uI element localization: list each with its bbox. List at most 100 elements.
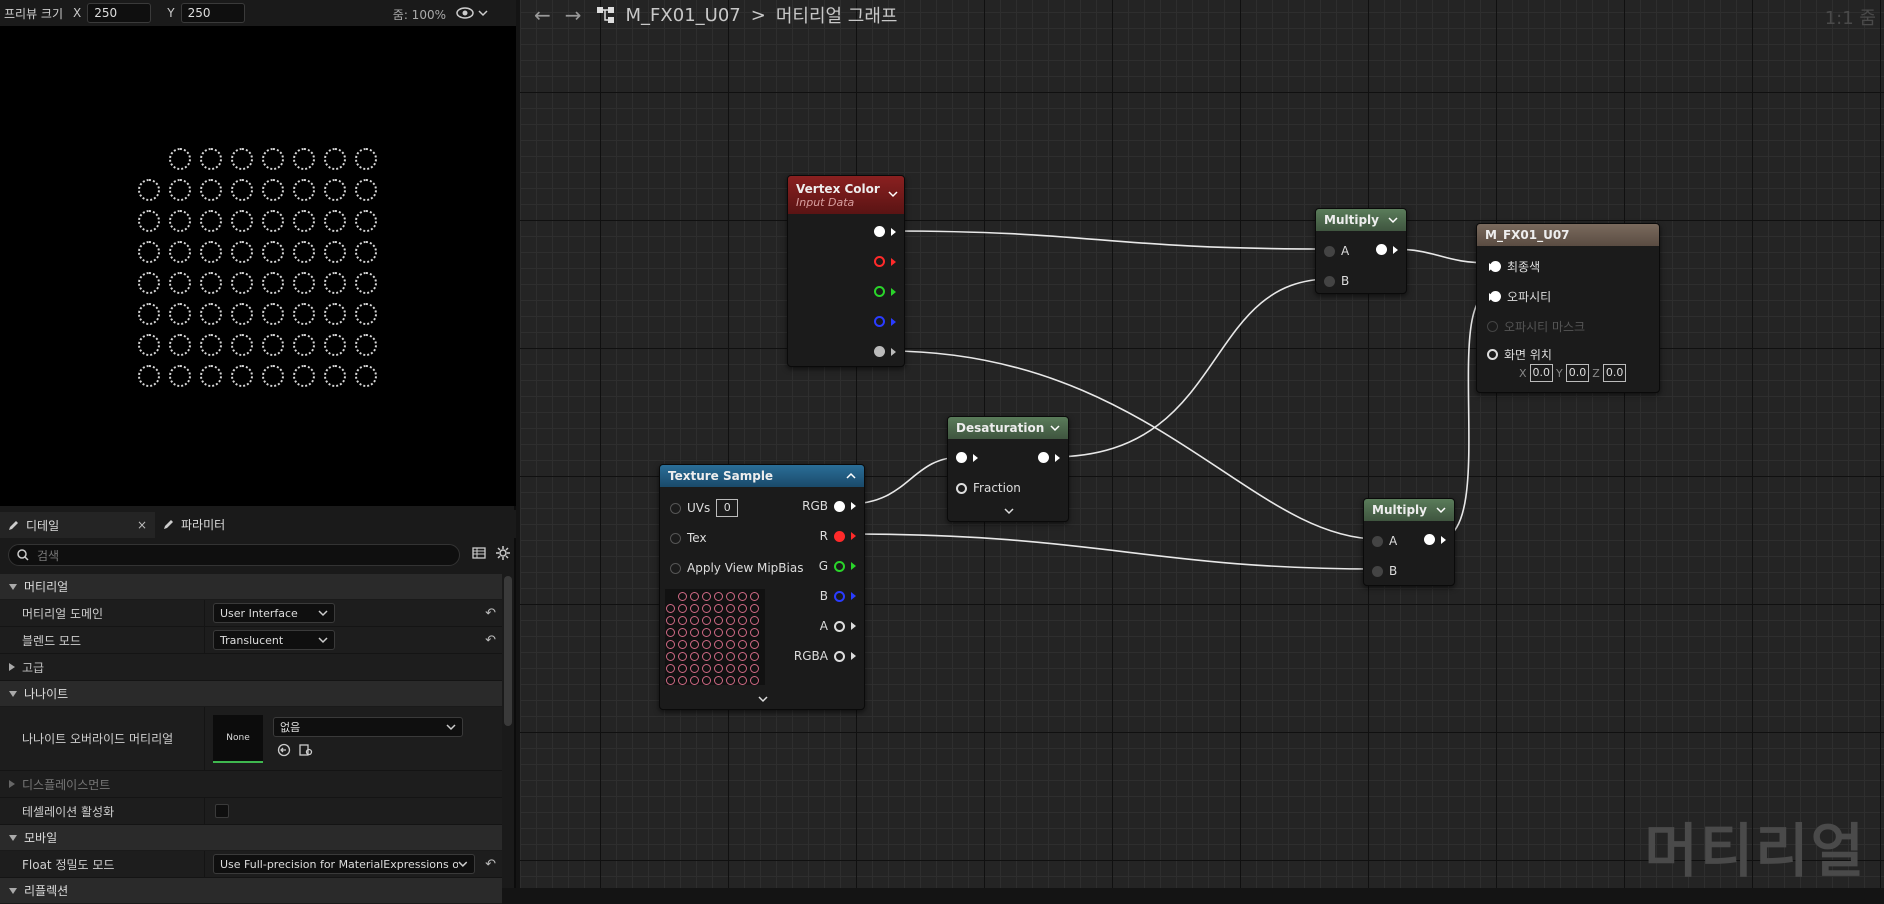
nanite-override-dropdown[interactable]: 없음 xyxy=(273,717,463,737)
pin-texture-a[interactable]: A xyxy=(820,619,856,633)
category-mobile[interactable]: 모바일 xyxy=(0,825,502,851)
pin-vertex-b[interactable] xyxy=(874,316,896,327)
chevron-down-icon[interactable] xyxy=(1004,507,1014,515)
node-vertex-color-title: Vertex Color xyxy=(796,182,880,196)
reset-arrow-icon[interactable]: ↶ xyxy=(485,857,496,872)
pin-texture-b[interactable]: B xyxy=(820,589,856,603)
close-icon[interactable]: × xyxy=(137,518,147,532)
pin-desaturation-fraction[interactable]: Fraction xyxy=(956,481,1021,495)
preview-ring xyxy=(355,334,377,356)
pin-texture-rgba[interactable]: RGBA xyxy=(794,649,856,663)
tessellation-checkbox[interactable] xyxy=(215,804,229,818)
thumbnail-ring xyxy=(714,592,723,601)
pin-texture-tex[interactable]: Tex xyxy=(670,531,707,545)
view-options-button[interactable] xyxy=(456,4,496,22)
pin-multiply-bottom-a[interactable]: A xyxy=(1372,534,1397,548)
category-nanite[interactable]: 나나이트 xyxy=(0,681,502,707)
chevron-down-icon[interactable] xyxy=(758,695,768,703)
property-row: Float 정밀도 모드 Use Full-precision for Mate… xyxy=(0,851,502,878)
thumbnail-ring xyxy=(738,652,747,661)
thumbnail-ring xyxy=(726,676,735,685)
reset-arrow-icon[interactable]: ↶ xyxy=(485,633,496,648)
preview-ring xyxy=(138,272,160,294)
chevron-up-icon[interactable] xyxy=(846,472,856,480)
pin-texture-r[interactable]: R xyxy=(820,529,856,543)
node-vertex-color[interactable]: Vertex Color Input Data xyxy=(787,175,905,367)
pin-multiply-bottom-b[interactable]: B xyxy=(1372,564,1397,578)
category-advanced[interactable]: 고급 xyxy=(0,654,502,681)
pin-texture-uvs[interactable]: UVs0 xyxy=(670,499,738,517)
pin-multiply-top-a[interactable]: A xyxy=(1324,244,1349,258)
thumbnail-ring xyxy=(702,628,711,637)
preview-x-input[interactable]: 250 xyxy=(87,3,151,23)
property-row: 테셀레이션 활성화 xyxy=(0,798,502,825)
use-selected-icon[interactable] xyxy=(277,743,291,760)
graph-hierarchy-icon xyxy=(596,6,616,24)
pin-multiply-top-output[interactable] xyxy=(1376,244,1398,255)
float-precision-dropdown[interactable]: Use Full-precision for MaterialExpressio… xyxy=(213,854,475,874)
thumbnail-ring xyxy=(714,676,723,685)
pin-screen-position[interactable]: 화면 위치 xyxy=(1489,346,1552,363)
preview-y-input[interactable]: 250 xyxy=(181,3,245,23)
details-scrollbar[interactable] xyxy=(504,576,512,726)
category-displacement[interactable]: 디스플레이스먼트 xyxy=(0,771,502,798)
category-material[interactable]: 머티리얼 xyxy=(0,574,502,600)
float-precision-value: Use Full-precision for MaterialExpressio… xyxy=(220,858,458,871)
screen-x-input[interactable]: 0.0 xyxy=(1530,364,1554,382)
chevron-down-icon[interactable] xyxy=(1436,506,1446,514)
breadcrumb-asset[interactable]: M_FX01_U07 xyxy=(626,5,741,26)
node-material-output[interactable]: M_FX01_U07 최종색 오파시티 오파시티 마스크 화면 위치 X0.0 … xyxy=(1476,223,1660,393)
forward-arrow-icon[interactable]: → xyxy=(565,3,582,27)
pin-texture-g[interactable]: G xyxy=(819,559,856,573)
thumbnail-ring xyxy=(690,640,699,649)
pin-multiply-top-b[interactable]: B xyxy=(1324,274,1349,288)
chevron-down-icon[interactable] xyxy=(1388,216,1398,224)
material-domain-dropdown[interactable]: User Interface xyxy=(213,603,335,623)
preview-ring xyxy=(262,148,284,170)
pin-opacity-mask[interactable]: 오파시티 마스크 xyxy=(1489,318,1585,335)
material-preview-viewport[interactable] xyxy=(0,26,516,506)
search-input[interactable]: 검색 xyxy=(8,544,460,566)
node-multiply-top[interactable]: Multiply A B xyxy=(1315,208,1407,294)
preview-ring xyxy=(293,179,315,201)
pencil-icon xyxy=(163,518,175,530)
pin-texture-mip[interactable]: Apply View MipBias xyxy=(670,561,803,575)
browse-icon[interactable] xyxy=(299,743,313,760)
gear-icon[interactable] xyxy=(496,546,510,564)
thumbnail-ring xyxy=(726,604,735,613)
thumbnail-ring xyxy=(690,664,699,673)
preview-toolbar: 프리뷰 크기 X 250 Y 250 줌: 100% xyxy=(0,0,516,26)
category-reflection[interactable]: 리플렉션 xyxy=(0,878,502,904)
pin-vertex-g[interactable] xyxy=(874,286,896,297)
pin-vertex-rgb[interactable] xyxy=(874,226,896,237)
uvs-value-box[interactable]: 0 xyxy=(716,499,738,517)
screen-z-input[interactable]: 0.0 xyxy=(1603,364,1627,382)
chevron-down-icon[interactable] xyxy=(1050,424,1060,432)
tab-parameters[interactable]: 파라미터 xyxy=(155,510,233,538)
pin-opacity[interactable]: 오파시티 xyxy=(1489,288,1551,305)
pin-vertex-r[interactable] xyxy=(874,256,896,267)
material-graph-canvas[interactable] xyxy=(520,0,1884,888)
blend-mode-dropdown[interactable]: Translucent xyxy=(213,630,335,650)
chevron-down-icon[interactable] xyxy=(888,190,898,198)
back-arrow-icon[interactable]: ← xyxy=(534,3,551,27)
nanite-override-thumbnail[interactable]: None xyxy=(213,715,263,763)
pin-desaturation-input[interactable] xyxy=(956,452,978,463)
preview-ring xyxy=(200,148,222,170)
node-desaturation[interactable]: Desaturation Fraction xyxy=(947,416,1069,522)
pin-final-color[interactable]: 최종색 xyxy=(1489,258,1540,275)
pin-vertex-a[interactable] xyxy=(874,346,896,357)
pin-texture-rgb[interactable]: RGB xyxy=(802,499,856,513)
screen-y-input[interactable]: 0.0 xyxy=(1566,364,1590,382)
reset-arrow-icon[interactable]: ↶ xyxy=(485,606,496,621)
thumbnail-ring xyxy=(678,664,687,673)
breadcrumb-separator: > xyxy=(751,5,766,26)
pin-multiply-bottom-output[interactable] xyxy=(1424,534,1446,545)
tab-details[interactable]: 디테일 × xyxy=(0,510,155,538)
preview-ring xyxy=(169,334,191,356)
pin-desaturation-output[interactable] xyxy=(1038,452,1060,463)
preview-zoom-label: 줌: 100% xyxy=(393,6,446,23)
table-view-icon[interactable] xyxy=(472,546,486,564)
thumbnail-ring xyxy=(678,676,687,685)
node-multiply-bottom[interactable]: Multiply A B xyxy=(1363,498,1455,586)
